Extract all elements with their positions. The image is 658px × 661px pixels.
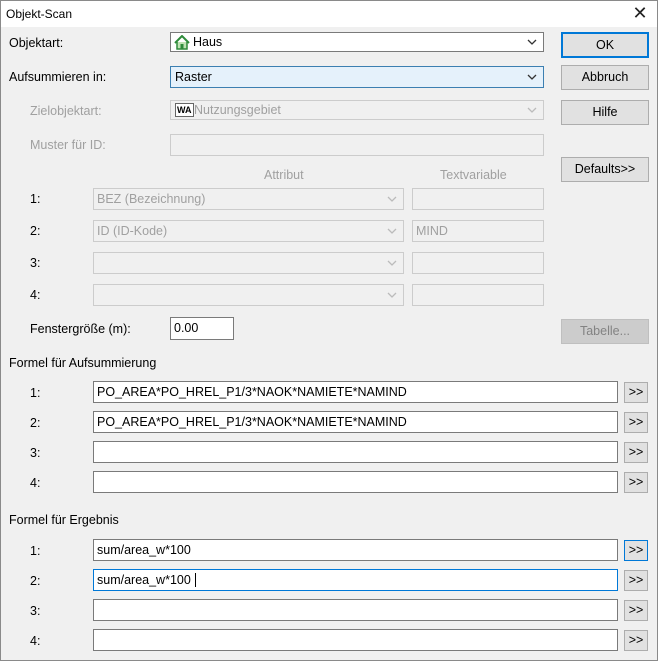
- hilfe-button[interactable]: Hilfe: [561, 100, 649, 125]
- aufsum-formula-2-input[interactable]: PO_AREA*PO_HREL_P1/3*NAOK*NAMIETE*NAMIND: [93, 411, 618, 433]
- abbruch-button[interactable]: Abbruch: [561, 65, 649, 90]
- aufsum-1-more-label: >>: [628, 385, 644, 399]
- attr-row-3-num: 3:: [30, 256, 41, 270]
- aufsum-formula-3-input[interactable]: [93, 441, 618, 463]
- defaults-button[interactable]: Defaults>>: [561, 157, 649, 182]
- chevron-down-icon: [387, 194, 397, 204]
- attr-row-1-select[interactable]: BEZ (Bezeichnung): [93, 188, 404, 210]
- attr-row-4-select[interactable]: [93, 284, 404, 306]
- attr-row-4-num: 4:: [30, 288, 41, 302]
- muster-label: Muster für ID:: [30, 138, 106, 152]
- aufsum-4-more-button[interactable]: >>: [624, 472, 648, 493]
- ok-button[interactable]: OK: [561, 32, 649, 58]
- aufsummieren-select[interactable]: Raster: [170, 66, 544, 88]
- attr-row-3-textvariable[interactable]: [412, 252, 544, 274]
- hilfe-label: Hilfe: [592, 105, 618, 119]
- aufsum-formula-4-input[interactable]: [93, 471, 618, 493]
- ergebnis-1-more-button[interactable]: >>: [624, 540, 648, 561]
- formel-aufsummierung-heading: Formel für Aufsummierung: [9, 356, 157, 370]
- title-bar[interactable]: Objekt-Scan ✕: [1, 1, 657, 27]
- ergebnis-row-2-num: 2:: [30, 574, 41, 588]
- ergebnis-formula-4-input[interactable]: [93, 629, 618, 651]
- ergebnis-1-more-label: >>: [628, 543, 644, 557]
- chevron-down-icon: [527, 37, 537, 47]
- tabelle-label: Tabelle...: [579, 324, 631, 338]
- aufsum-3-more-label: >>: [628, 445, 644, 459]
- ergebnis-2-more-button[interactable]: >>: [624, 570, 648, 591]
- fenstergroesse-label: Fenstergröße (m):: [30, 322, 131, 336]
- aufsum-formula-1-input[interactable]: PO_AREA*PO_HREL_P1/3*NAOK*NAMIETE*NAMIND: [93, 381, 618, 403]
- ergebnis-formula-3-input[interactable]: [93, 599, 618, 621]
- ok-label: OK: [595, 38, 615, 52]
- zielobjektart-select[interactable]: WA Nutzungsgebiet: [170, 100, 544, 120]
- attr-row-2-value: ID (ID-Kode): [97, 224, 168, 238]
- chevron-down-icon: [387, 258, 397, 268]
- aufsum-row-3-num: 3:: [30, 446, 41, 460]
- abbruch-label: Abbruch: [581, 70, 629, 84]
- attr-row-1-num: 1:: [30, 192, 41, 206]
- nutzungsgebiet-icon: WA: [175, 103, 194, 117]
- objektart-value: Haus: [193, 35, 223, 49]
- aufsum-row-2-num: 2:: [30, 416, 41, 430]
- aufsum-1-more-button[interactable]: >>: [624, 382, 648, 403]
- aufsummieren-value: Raster: [175, 70, 212, 84]
- window-title: Objekt-Scan: [6, 7, 73, 21]
- textvariable-header: Textvariable: [440, 168, 507, 182]
- attr-row-1-value: BEZ (Bezeichnung): [97, 192, 206, 206]
- formel-ergebnis-heading: Formel für Ergebnis: [9, 513, 119, 527]
- ergebnis-formula-2-input[interactable]: sum/area_w*100: [93, 569, 618, 591]
- aufsum-4-more-label: >>: [628, 475, 644, 489]
- ergebnis-4-more-label: >>: [628, 633, 644, 647]
- house-icon: [174, 34, 190, 50]
- aufsum-row-1-num: 1:: [30, 386, 41, 400]
- fenstergroesse-value: 0.00: [174, 321, 199, 335]
- ergebnis-row-1-num: 1:: [30, 544, 41, 558]
- defaults-label: Defaults>>: [574, 162, 636, 176]
- ergebnis-4-more-button[interactable]: >>: [624, 630, 648, 651]
- aufsum-3-more-button[interactable]: >>: [624, 442, 648, 463]
- objektart-select[interactable]: Haus: [170, 32, 544, 52]
- ergebnis-2-more-label: >>: [628, 573, 644, 587]
- attr-row-1-textvariable[interactable]: [412, 188, 544, 210]
- objektart-label: Objektart:: [9, 36, 64, 50]
- aufsummieren-label: Aufsummieren in:: [9, 70, 107, 84]
- attr-row-2-textvariable[interactable]: MIND: [412, 220, 544, 242]
- attr-row-3-select[interactable]: [93, 252, 404, 274]
- text-caret: [195, 573, 196, 587]
- ergebnis-formula-1-value: sum/area_w*100: [97, 543, 191, 557]
- aufsum-formula-1-value: PO_AREA*PO_HREL_P1/3*NAOK*NAMIETE*NAMIND: [97, 385, 407, 399]
- muster-input[interactable]: [170, 134, 544, 156]
- chevron-down-icon: [527, 105, 537, 115]
- attr-row-2-select[interactable]: ID (ID-Kode): [93, 220, 404, 242]
- aufsum-row-4-num: 4:: [30, 476, 41, 490]
- ergebnis-formula-2-value: sum/area_w*100: [97, 573, 191, 587]
- ergebnis-3-more-label: >>: [628, 603, 644, 617]
- attr-row-4-textvariable[interactable]: [412, 284, 544, 306]
- attribut-header: Attribut: [264, 168, 304, 182]
- aufsum-2-more-label: >>: [628, 415, 644, 429]
- aufsum-formula-2-value: PO_AREA*PO_HREL_P1/3*NAOK*NAMIETE*NAMIND: [97, 415, 407, 429]
- fenstergroesse-input[interactable]: 0.00: [170, 317, 234, 340]
- ergebnis-formula-1-input[interactable]: sum/area_w*100: [93, 539, 618, 561]
- ergebnis-row-4-num: 4:: [30, 634, 41, 648]
- chevron-down-icon: [527, 72, 537, 82]
- attr-row-2-num: 2:: [30, 224, 41, 238]
- attr-row-2-textvariable-value: MIND: [416, 224, 448, 238]
- ergebnis-3-more-button[interactable]: >>: [624, 600, 648, 621]
- ergebnis-row-3-num: 3:: [30, 604, 41, 618]
- chevron-down-icon: [387, 290, 397, 300]
- chevron-down-icon: [387, 226, 397, 236]
- zielobjektart-label: Zielobjektart:: [30, 104, 102, 118]
- dialog-window: Objekt-Scan ✕ Objektart: Haus Aufsummier…: [0, 0, 658, 661]
- zielobjektart-value: Nutzungsgebiet: [194, 103, 281, 117]
- close-icon[interactable]: ✕: [623, 1, 657, 27]
- tabelle-button[interactable]: Tabelle...: [561, 319, 649, 344]
- aufsum-2-more-button[interactable]: >>: [624, 412, 648, 433]
